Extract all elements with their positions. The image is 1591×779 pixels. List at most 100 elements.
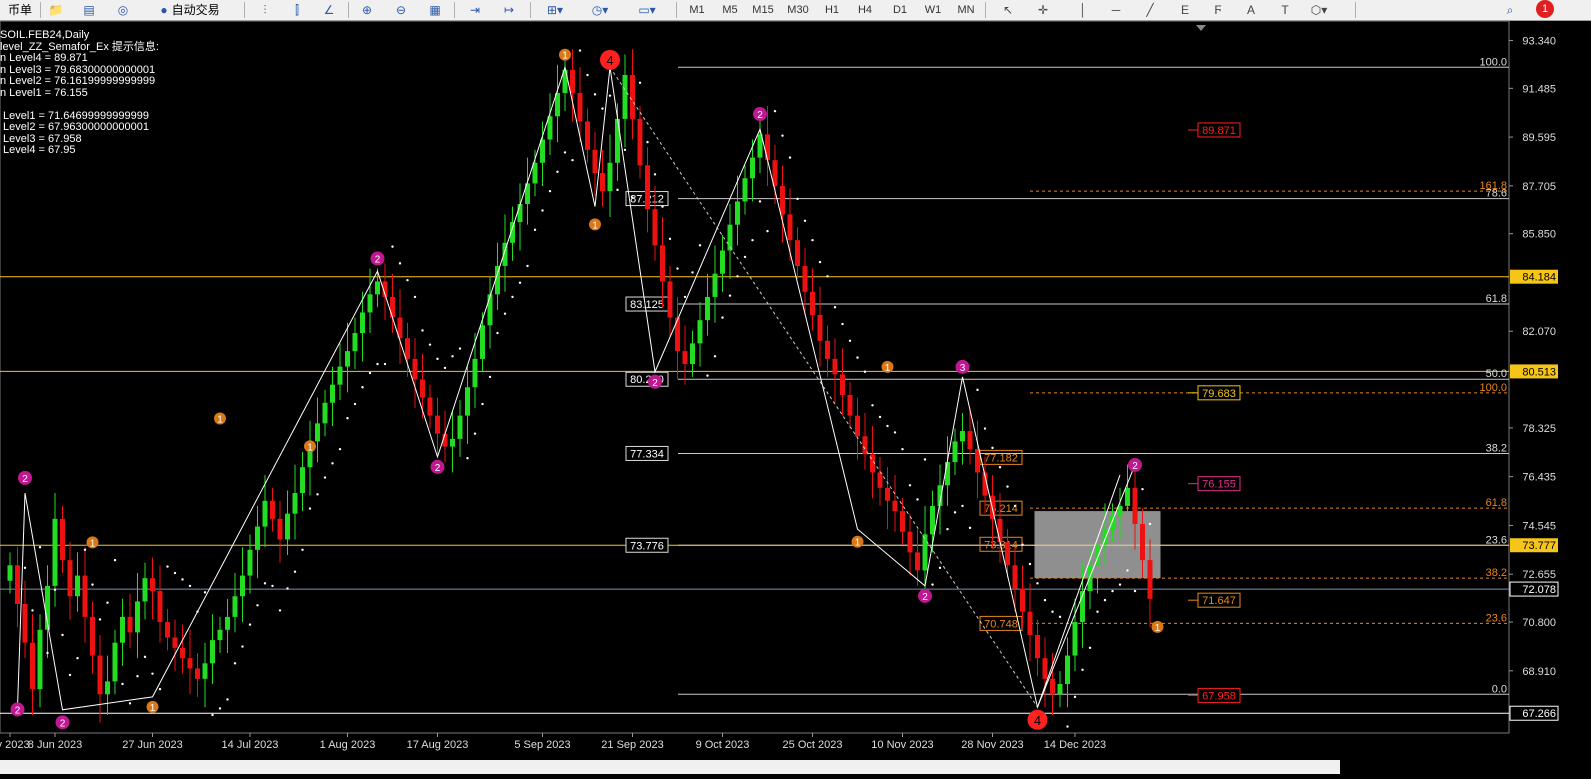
horizontal-line-icon[interactable]: ─	[1103, 1, 1129, 19]
fib-level-label: 61.8	[1486, 293, 1507, 305]
candle-body	[112, 642, 118, 682]
autoscroll-button[interactable]: ⇥	[464, 1, 486, 19]
indicator-info-line: n Level2 = 76.16199999999999	[0, 75, 156, 87]
psar-dot	[1036, 582, 1039, 585]
candle-body	[802, 265, 808, 292]
psar-dot	[346, 417, 349, 420]
psar-dot	[1103, 598, 1107, 602]
search-icon[interactable]: ⌕	[1500, 1, 1520, 19]
candle-body	[202, 663, 208, 679]
horizontal-scrollbar	[0, 760, 1340, 774]
psar-dot	[376, 362, 379, 366]
candle-body	[1012, 565, 1018, 589]
chart-shift-button[interactable]: ↦	[498, 1, 520, 19]
psar-dot	[1043, 598, 1047, 602]
psar-dot	[218, 707, 222, 710]
globe-button[interactable]: ◎	[112, 1, 134, 19]
candle-body	[1147, 560, 1153, 599]
fib-fan-icon[interactable]: Ϝ	[1205, 1, 1231, 19]
candle-body	[832, 358, 838, 375]
zoom-out-button[interactable]: ⊖	[390, 1, 412, 19]
tile-button[interactable]: ▦	[424, 1, 446, 19]
folder-button[interactable]: 📁	[45, 1, 67, 19]
timeframe-m5[interactable]: M5	[716, 1, 744, 19]
price-axis-label: 76.435	[1522, 472, 1556, 484]
timeframe-m15[interactable]: M15	[749, 1, 777, 19]
psar-dot	[68, 673, 72, 677]
fib-level-label: 100.0	[1479, 56, 1507, 68]
text-tool-icon[interactable]: A	[1238, 1, 1264, 19]
time-axis-label: 21 Sep 2023	[601, 739, 663, 751]
psar-dot	[61, 633, 64, 637]
menu-label[interactable]: 币单	[0, 1, 36, 19]
semafor-marker-label: 1	[150, 703, 156, 714]
terminal-button[interactable]: ▤	[78, 1, 100, 19]
fib-secondary-label: 23.6	[1486, 612, 1507, 624]
chart-shift-icon: ↦	[503, 3, 515, 17]
candle-body	[262, 500, 268, 527]
candle-body	[127, 616, 133, 633]
zigzag-line	[17, 65, 1121, 711]
psar-dot	[211, 713, 214, 717]
period-clock-button[interactable]: ◷▾	[583, 1, 617, 19]
candle-body	[742, 178, 748, 202]
timeframe-d1[interactable]: D1	[886, 1, 914, 19]
psar-dot	[1006, 485, 1009, 488]
psar-dot	[961, 504, 964, 508]
psar-dot	[383, 362, 387, 366]
fib-retracement-icon[interactable]: Ε	[1172, 1, 1198, 19]
zoom-in-button[interactable]: ⊕	[356, 1, 378, 19]
timeframe-w1[interactable]: W1	[919, 1, 947, 19]
shapes-icon[interactable]: ⬡▾	[1306, 1, 1332, 19]
psar-dot	[661, 205, 664, 208]
autotrade-button[interactable]: ● 自动交易	[145, 1, 235, 19]
fib-trend-line	[609, 67, 1038, 708]
timeframe-h1[interactable]: H1	[818, 1, 846, 19]
semafor-marker-label: 4	[1034, 713, 1041, 728]
crosshair-tool-icon[interactable]: ✛	[1030, 1, 1056, 19]
cursor-tool-icon[interactable]: ↖	[995, 1, 1021, 19]
indicator-info-line: SOIL.FEB24,Daily	[0, 29, 90, 41]
candle-body	[577, 93, 583, 122]
timeframe-h4[interactable]: H4	[851, 1, 879, 19]
template-button[interactable]: ▭▾	[626, 1, 668, 19]
candle-body	[390, 296, 395, 318]
candle-body	[517, 204, 523, 223]
bar-chart-button[interactable]: ⫶	[254, 1, 276, 19]
timeframe-m1[interactable]: M1	[683, 1, 711, 19]
psar-dot	[653, 173, 657, 176]
text-label-icon[interactable]: T	[1272, 1, 1298, 19]
candle-body	[277, 518, 283, 540]
candle-body	[1050, 678, 1055, 695]
line-chart-button[interactable]: ∠	[318, 1, 340, 19]
price-axis-label: 82.070	[1522, 326, 1556, 338]
psar-dot	[998, 466, 1002, 469]
candle-body	[67, 560, 73, 597]
trendline-icon[interactable]: ╱	[1137, 1, 1163, 19]
add-indicator-button[interactable]: ⊞▾	[538, 1, 572, 19]
candle-body	[622, 75, 628, 119]
semafor-marker-label: 4	[606, 53, 613, 68]
psar-dot	[848, 339, 852, 342]
fib-secondary-box-label: 75.214	[984, 503, 1018, 515]
toolbar-item-label: 币单	[7, 3, 32, 17]
timeframe-mn[interactable]: MN	[952, 1, 980, 19]
candle-body	[780, 185, 785, 215]
psar-dot	[53, 588, 57, 591]
psar-dot	[203, 591, 207, 594]
psar-dot	[473, 432, 477, 435]
psar-dot	[1066, 725, 1069, 728]
candle-chart-button[interactable]: ⫿	[286, 1, 308, 19]
candle-body	[480, 325, 485, 359]
psar-dot	[1111, 589, 1114, 593]
vertical-line-icon[interactable]: │	[1070, 1, 1096, 19]
psar-dot	[1058, 615, 1062, 619]
timeframe-m30[interactable]: M30	[784, 1, 812, 19]
psar-dot	[443, 366, 447, 370]
current-swing-line	[1037, 464, 1136, 708]
candle-chart-icon: ⫿	[295, 3, 299, 17]
psar-dot	[608, 94, 612, 97]
candle-body	[570, 69, 575, 94]
notification-badge[interactable]: 1	[1536, 0, 1554, 18]
price-chart[interactable]: 100.078.661.850.038.223.60.087.21283.125…	[0, 20, 1591, 774]
